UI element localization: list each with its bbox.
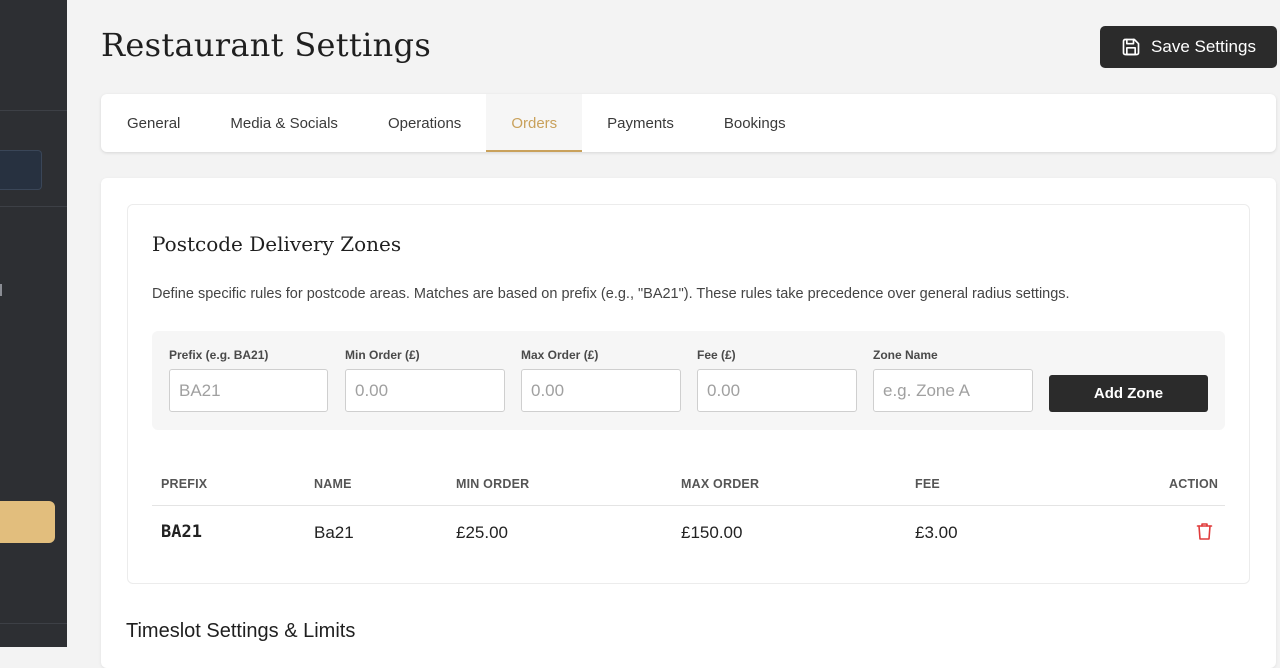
- zone-name-input[interactable]: [873, 369, 1033, 412]
- tab-payments[interactable]: Payments: [582, 94, 699, 152]
- floppy-disk-icon: [1121, 37, 1141, 57]
- fee-input[interactable]: [697, 369, 857, 412]
- delivery-zones-title: Postcode Delivery Zones: [152, 232, 402, 256]
- sidebar-divider: [0, 623, 67, 624]
- add-zone-button[interactable]: Add Zone: [1049, 375, 1208, 412]
- settings-tabs: General Media & Socials Operations Order…: [101, 94, 1276, 152]
- tab-operations[interactable]: Operations: [363, 94, 486, 152]
- column-header-name: NAME: [314, 477, 352, 491]
- save-settings-label: Save Settings: [1151, 37, 1256, 56]
- trash-icon[interactable]: [1196, 522, 1213, 541]
- page-title: Restaurant Settings: [101, 26, 432, 64]
- column-header-min-order: MIN ORDER: [456, 477, 530, 491]
- tab-general[interactable]: General: [102, 94, 205, 152]
- sidebar-item-glyph: [0, 284, 2, 296]
- max-order-input[interactable]: [521, 369, 681, 412]
- zone-min-order-cell: £25.00: [456, 523, 508, 542]
- column-header-max-order: MAX ORDER: [681, 477, 760, 491]
- min-order-input[interactable]: [345, 369, 505, 412]
- sidebar-highlight-button[interactable]: [0, 501, 55, 543]
- zone-prefix-cell: BA21: [161, 522, 202, 542]
- prefix-label: Prefix (e.g. BA21): [169, 348, 269, 362]
- table-header-divider: [152, 505, 1225, 506]
- sidebar-divider: [0, 110, 67, 111]
- column-header-action: ACTION: [1169, 477, 1219, 491]
- zone-fee-cell: £3.00: [915, 523, 958, 542]
- tab-bookings[interactable]: Bookings: [699, 94, 811, 152]
- delivery-zones-description: Define specific rules for postcode areas…: [152, 286, 1070, 302]
- save-settings-button[interactable]: Save Settings: [1100, 26, 1277, 68]
- column-header-prefix: PREFIX: [161, 477, 208, 491]
- timeslot-settings-title: Timeslot Settings & Limits: [126, 620, 356, 642]
- sidebar-item-selected[interactable]: [0, 150, 42, 190]
- column-header-fee: FEE: [915, 477, 940, 491]
- sidebar: [0, 0, 67, 647]
- prefix-input[interactable]: [169, 369, 328, 412]
- sidebar-divider: [0, 206, 67, 207]
- zone-max-order-cell: £150.00: [681, 523, 743, 542]
- tab-orders[interactable]: Orders: [486, 94, 583, 152]
- min-order-label: Min Order (£): [345, 348, 420, 362]
- fee-label: Fee (£): [697, 348, 736, 362]
- max-order-label: Max Order (£): [521, 348, 599, 362]
- tab-media-socials[interactable]: Media & Socials: [205, 94, 363, 152]
- zone-name-cell: Ba21: [314, 523, 354, 542]
- zone-name-label: Zone Name: [873, 348, 938, 362]
